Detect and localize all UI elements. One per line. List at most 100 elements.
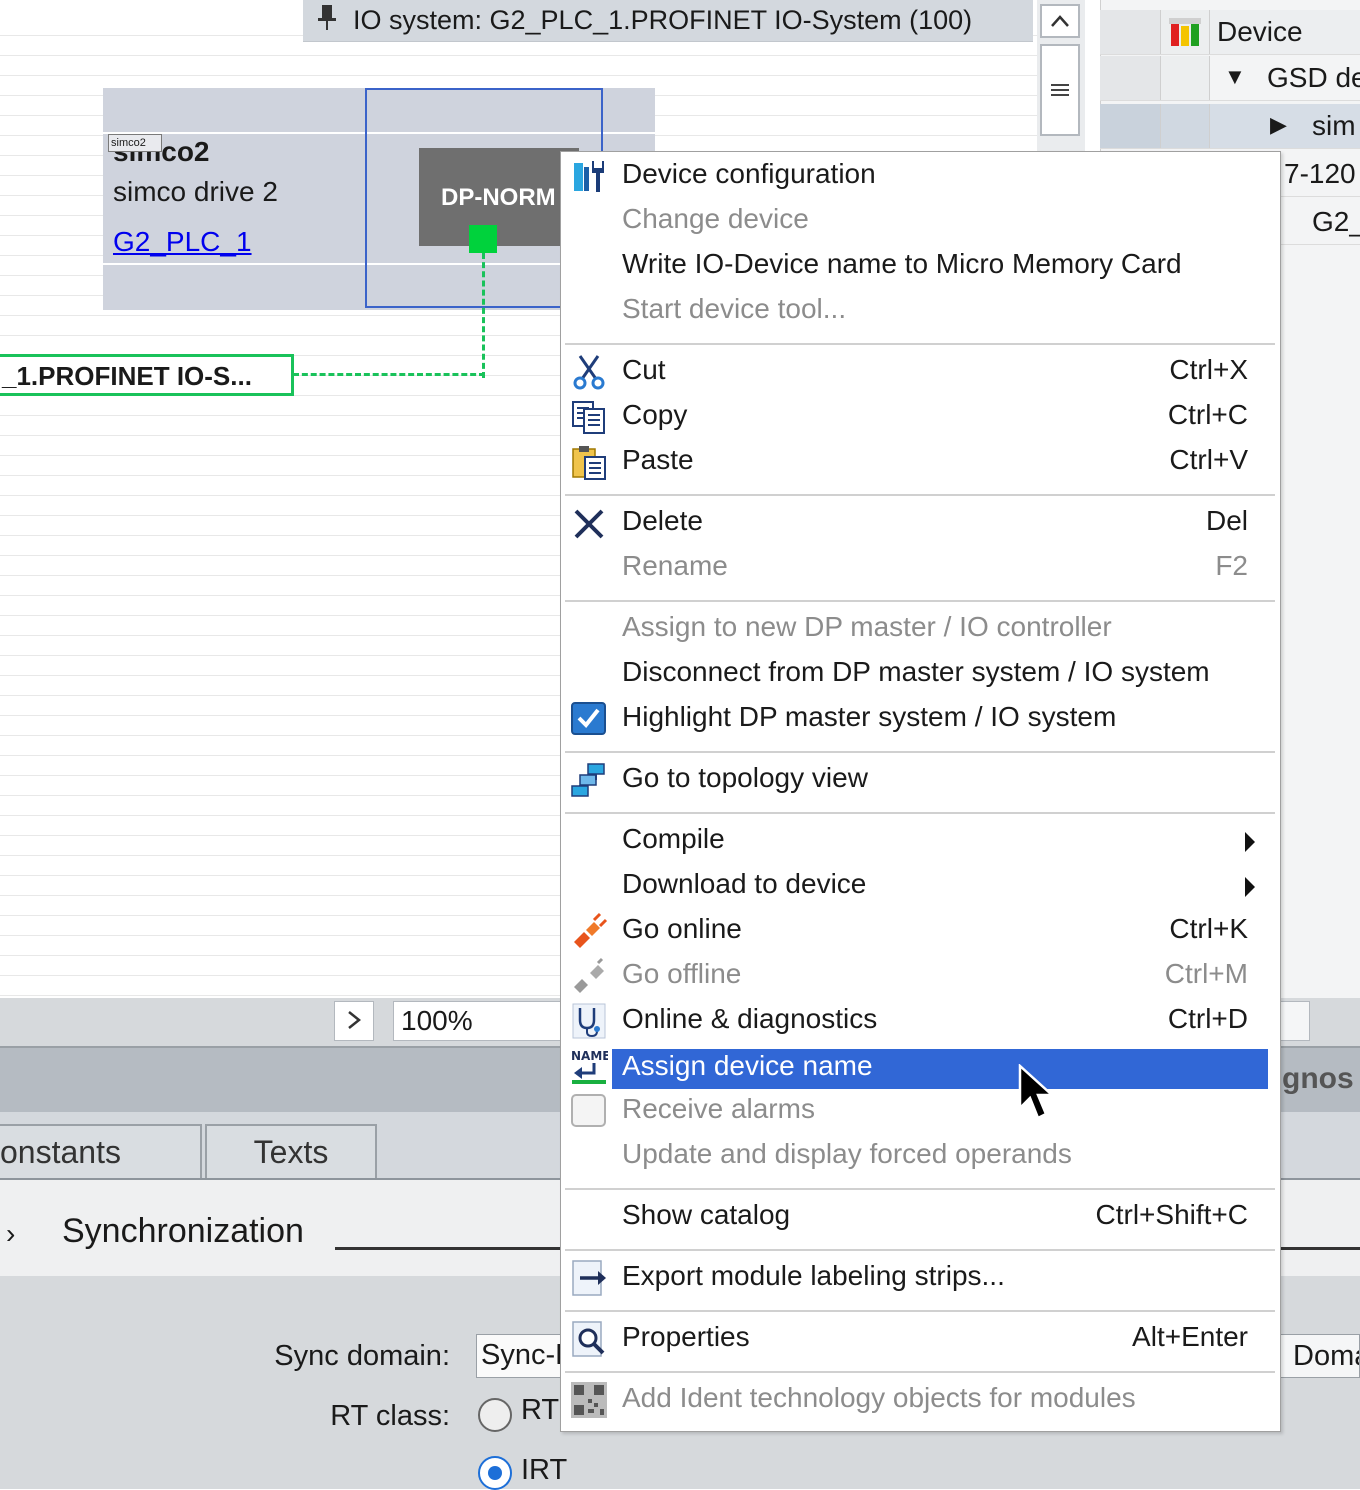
checkbox-checked-icon <box>571 702 606 735</box>
menu-item-shortcut: Ctrl+C <box>1167 399 1248 430</box>
chevron-right-icon[interactable]: › <box>6 1218 15 1250</box>
menu-item-device-configuration[interactable]: Device configuration <box>560 153 1281 198</box>
pin-icon[interactable] <box>313 3 341 38</box>
menu-item-shortcut: Ctrl+X <box>1169 354 1248 385</box>
svg-text:NAME: NAME <box>571 1049 608 1063</box>
menu-item-add-ident-objects[interactable]: Add Ident technology objects for modules <box>560 1377 1281 1422</box>
menu-item-topology-view[interactable]: Go to topology view <box>560 757 1281 802</box>
tab-constants[interactable]: onstants <box>0 1124 202 1178</box>
menu-item-label: Assign device name <box>622 1050 873 1081</box>
scroll-thumb[interactable] <box>1040 44 1080 136</box>
rt-class-label: RT class: <box>330 1400 450 1432</box>
menu-item-label: Receive alarms <box>622 1093 815 1124</box>
menu-item-shortcut: Ctrl+Shift+C <box>1095 1199 1249 1230</box>
menu-item-disconnect[interactable]: Disconnect from DP master system / IO sy… <box>560 651 1281 696</box>
network-overview-icon <box>1169 18 1201 46</box>
scroll-right-button[interactable] <box>334 1001 374 1041</box>
io-system-header: IO system: G2_PLC_1.PROFINET IO-System (… <box>303 0 1033 42</box>
menu-item-delete[interactable]: Delete Del <box>560 500 1281 545</box>
profinet-port[interactable] <box>469 225 497 253</box>
menu-item-shortcut: Ctrl+K <box>1169 913 1248 944</box>
device-tree-header[interactable]: Device <box>1100 10 1360 55</box>
menu-item-go-offline[interactable]: Go offline Ctrl+M <box>560 953 1281 998</box>
menu-item-label: Go to topology view <box>622 762 868 793</box>
menu-item-label: Rename <box>622 550 728 581</box>
rt-radio-label: RT <box>521 1394 560 1426</box>
menu-item-export-labeling-strips[interactable]: Export module labeling strips... <box>560 1255 1281 1300</box>
sync-domain-label: Sync domain: <box>274 1340 450 1372</box>
menu-item-cut[interactable]: Cut Ctrl+X <box>560 349 1281 394</box>
qr-code-icon <box>571 1382 607 1418</box>
submenu-arrow-icon <box>1245 832 1255 852</box>
copy-icon <box>572 401 605 434</box>
chevron-up-icon <box>1051 15 1069 27</box>
grip-icon <box>1051 84 1069 96</box>
menu-separator <box>565 494 1275 496</box>
menu-item-rename[interactable]: Rename F2 <box>560 545 1281 590</box>
menu-item-label: Delete <box>622 505 703 536</box>
go-online-plug-icon <box>574 912 608 948</box>
paste-icon <box>572 446 606 480</box>
menu-separator <box>565 812 1275 814</box>
network-link-vertical <box>482 253 485 378</box>
menu-item-shortcut: Alt+Enter <box>1132 1321 1248 1352</box>
scissors-icon <box>573 355 605 390</box>
menu-item-label: Export module labeling strips... <box>622 1260 1005 1291</box>
menu-item-label: Go offline <box>622 958 742 989</box>
checkbox-empty-icon <box>571 1094 606 1127</box>
io-system-title: IO system: G2_PLC_1.PROFINET IO-System (… <box>353 5 973 35</box>
name-assign-icon: NAME <box>571 1049 608 1084</box>
menu-item-label: Disconnect from DP master system / IO sy… <box>622 656 1210 687</box>
menu-item-label: Paste <box>622 444 694 475</box>
tree-row[interactable]: ▶ sim <box>1100 104 1360 149</box>
menu-item-label: Online & diagnostics <box>622 1003 878 1034</box>
device-type: simco drive 2 <box>113 176 278 207</box>
menu-item-assign-dp-master[interactable]: Assign to new DP master / IO controller <box>560 606 1281 651</box>
collapsed-triangle-icon[interactable]: ▶ <box>1270 112 1287 138</box>
menu-item-compile[interactable]: Compile <box>560 818 1281 863</box>
menu-item-online-diagnostics[interactable]: Online & diagnostics Ctrl+D <box>560 998 1281 1043</box>
export-arrow-icon <box>572 1260 606 1296</box>
expanded-triangle-icon[interactable]: ▼ <box>1224 64 1246 90</box>
controller-link[interactable]: G2_PLC_1 <box>113 226 252 258</box>
menu-item-write-io-device-name[interactable]: Write IO-Device name to Micro Memory Car… <box>560 243 1281 288</box>
menu-item-label: Cut <box>622 354 666 385</box>
device-tree-header-label: Device <box>1217 16 1303 47</box>
delete-x-icon <box>574 509 604 539</box>
tree-row[interactable]: ▼ GSD de <box>1100 56 1360 101</box>
properties-magnifier-icon <box>572 1321 605 1357</box>
tab-texts[interactable]: Texts <box>205 1124 377 1178</box>
menu-item-label: Go online <box>622 913 742 944</box>
menu-item-label: Assign to new DP master / IO controller <box>622 611 1112 642</box>
menu-item-label: Show catalog <box>622 1199 791 1230</box>
menu-item-update-forced-operands[interactable]: Update and display forced operands <box>560 1133 1281 1178</box>
zoom-level-field[interactable]: 100% <box>393 1001 573 1041</box>
menu-item-properties[interactable]: Properties Alt+Enter <box>560 1316 1281 1361</box>
menu-item-copy[interactable]: Copy Ctrl+C <box>560 394 1281 439</box>
rt-radio[interactable] <box>478 1398 512 1432</box>
menu-item-receive-alarms[interactable]: Receive alarms <box>560 1088 1281 1133</box>
menu-item-label: Start device tool... <box>622 293 847 324</box>
menu-item-go-online[interactable]: Go online Ctrl+K <box>560 908 1281 953</box>
menu-item-change-device[interactable]: Change device <box>560 198 1281 243</box>
menu-item-download-to-device[interactable]: Download to device <box>560 863 1281 908</box>
io-system-label[interactable]: _1.PROFINET IO-S... <box>0 354 294 396</box>
menu-separator <box>565 343 1275 345</box>
scroll-up-button[interactable] <box>1040 4 1080 38</box>
menu-separator <box>565 1310 1275 1312</box>
irt-radio[interactable] <box>478 1456 512 1490</box>
menu-item-paste[interactable]: Paste Ctrl+V <box>560 439 1281 484</box>
diagnostics-tab[interactable]: gnos <box>1282 1062 1354 1096</box>
tree-row-label: sim <box>1312 110 1356 141</box>
zoom-slider-end[interactable] <box>1280 1001 1310 1041</box>
menu-separator <box>565 1249 1275 1251</box>
menu-item-show-catalog[interactable]: Show catalog Ctrl+Shift+C <box>560 1194 1281 1239</box>
network-link-horizontal <box>293 373 485 376</box>
device-tag: simco2 <box>108 134 162 152</box>
domain-settings-button[interactable]: Doma <box>1280 1334 1360 1378</box>
menu-item-start-device-tool[interactable]: Start device tool... <box>560 288 1281 333</box>
menu-item-highlight[interactable]: Highlight DP master system / IO system <box>560 696 1281 741</box>
topology-icon <box>571 763 605 797</box>
menu-item-label: Copy <box>622 399 688 430</box>
menu-item-label: Highlight DP master system / IO system <box>622 701 1117 732</box>
